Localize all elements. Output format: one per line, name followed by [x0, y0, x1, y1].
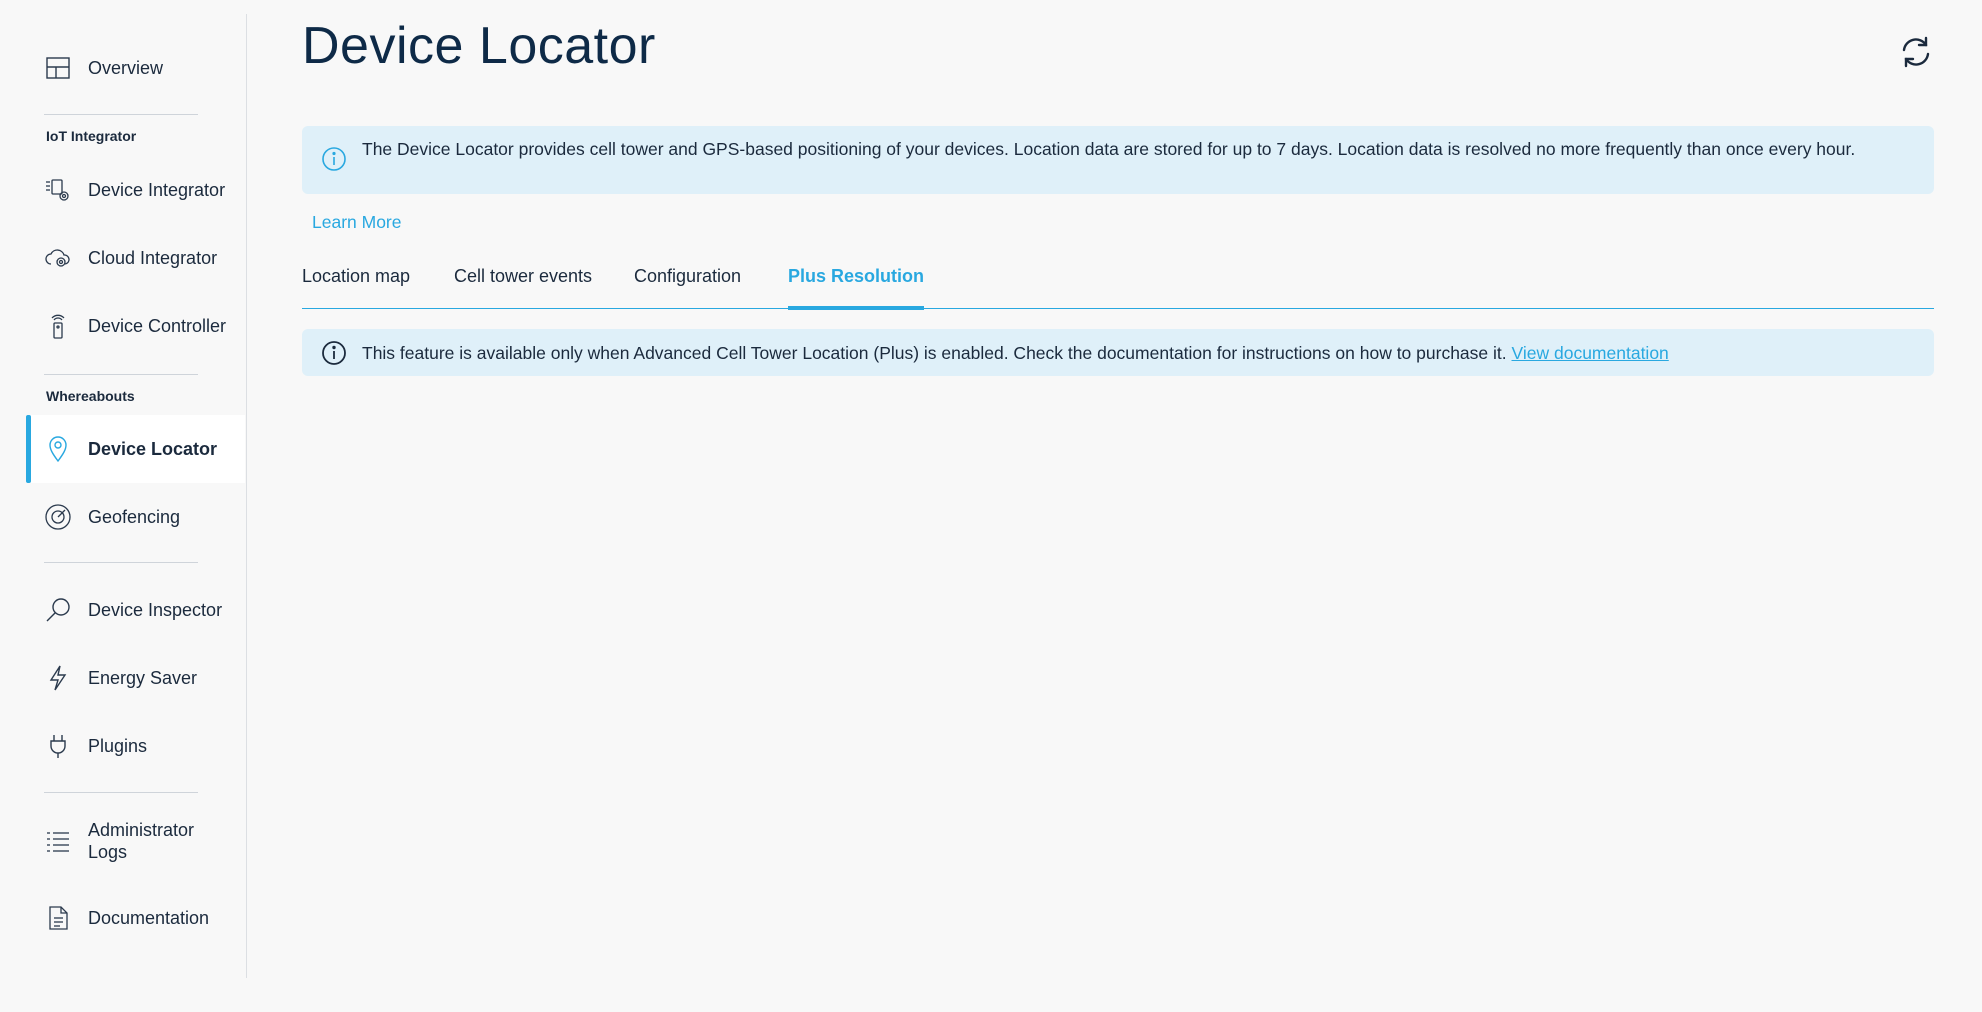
list-icon	[42, 825, 74, 857]
sidebar-item-overview[interactable]: Overview	[26, 34, 245, 102]
sidebar-item-cloud-integrator[interactable]: Cloud Integrator	[26, 224, 245, 292]
sidebar-divider	[44, 114, 198, 115]
sidebar-item-documentation[interactable]: Documentation	[26, 884, 245, 952]
refresh-icon	[1902, 36, 1930, 68]
sidebar: Overview IoT Integrator Device Integrato…	[0, 14, 247, 978]
info-icon	[322, 340, 346, 365]
sidebar-item-label: Device Locator	[88, 439, 218, 459]
main-content: Device Locator The Device Locator provid…	[302, 0, 1934, 1012]
sidebar-item-label: Cloud Integrator	[88, 248, 218, 268]
cloud-gear-icon	[42, 242, 74, 274]
layout-icon	[42, 52, 74, 84]
feature-banner-text: This feature is available only when Adva…	[362, 342, 1507, 363]
tab-configuration[interactable]: Configuration	[634, 266, 741, 309]
sidebar-item-device-inspector[interactable]: Device Inspector	[26, 576, 245, 644]
sidebar-item-plugins[interactable]: Plugins	[26, 712, 245, 780]
sidebar-item-energy-saver[interactable]: Energy Saver	[26, 644, 245, 712]
tab-bar: Location map Cell tower events Configura…	[302, 262, 1934, 310]
tab-plus-resolution[interactable]: Plus Resolution	[788, 266, 925, 310]
tab-location-map[interactable]: Location map	[302, 266, 410, 309]
remote-control-icon	[42, 310, 74, 342]
sidebar-divider	[44, 374, 198, 375]
sidebar-item-label: Energy Saver	[88, 668, 198, 688]
lightning-icon	[42, 662, 74, 694]
section-label-whereabouts: Whereabouts	[46, 388, 135, 404]
sidebar-item-label: Administrator Logs	[88, 820, 195, 862]
sidebar-item-label: Device Inspector	[88, 600, 223, 620]
learn-more-link[interactable]: Learn More	[312, 212, 402, 233]
sidebar-item-label: Geofencing	[88, 507, 181, 527]
document-icon	[42, 902, 74, 934]
sidebar-item-administrator-logs[interactable]: Administrator Logs	[26, 807, 245, 875]
feature-banner: This feature is available only when Adva…	[302, 329, 1934, 376]
sidebar-item-geofencing[interactable]: Geofencing	[26, 483, 245, 551]
info-banner: The Device Locator provides cell tower a…	[302, 126, 1934, 194]
sidebar-divider	[44, 562, 198, 563]
map-pin-icon	[42, 433, 74, 465]
info-banner-text: The Device Locator provides cell tower a…	[362, 139, 1856, 159]
plug-icon	[42, 730, 74, 762]
info-icon	[322, 147, 346, 171]
tab-cell-tower-events[interactable]: Cell tower events	[454, 266, 592, 309]
sidebar-item-label: Device Controller	[88, 316, 227, 336]
sidebar-divider	[44, 792, 198, 793]
sidebar-item-device-controller[interactable]: Device Controller	[26, 292, 245, 360]
section-label-iot: IoT Integrator	[46, 128, 137, 144]
radar-icon	[42, 501, 74, 533]
magnifier-icon	[42, 594, 74, 626]
device-gear-icon	[42, 174, 74, 206]
refresh-button[interactable]	[1898, 34, 1934, 70]
sidebar-item-device-locator[interactable]: Device Locator	[26, 415, 245, 483]
page-title: Device Locator	[302, 17, 656, 75]
sidebar-item-label: Overview	[88, 58, 164, 78]
sidebar-item-device-integrator[interactable]: Device Integrator	[26, 156, 245, 224]
view-documentation-link[interactable]: View documentation	[1512, 343, 1669, 363]
sidebar-item-label: Device Integrator	[88, 180, 226, 200]
sidebar-item-label: Plugins	[88, 736, 148, 756]
sidebar-item-label: Documentation	[88, 908, 210, 928]
